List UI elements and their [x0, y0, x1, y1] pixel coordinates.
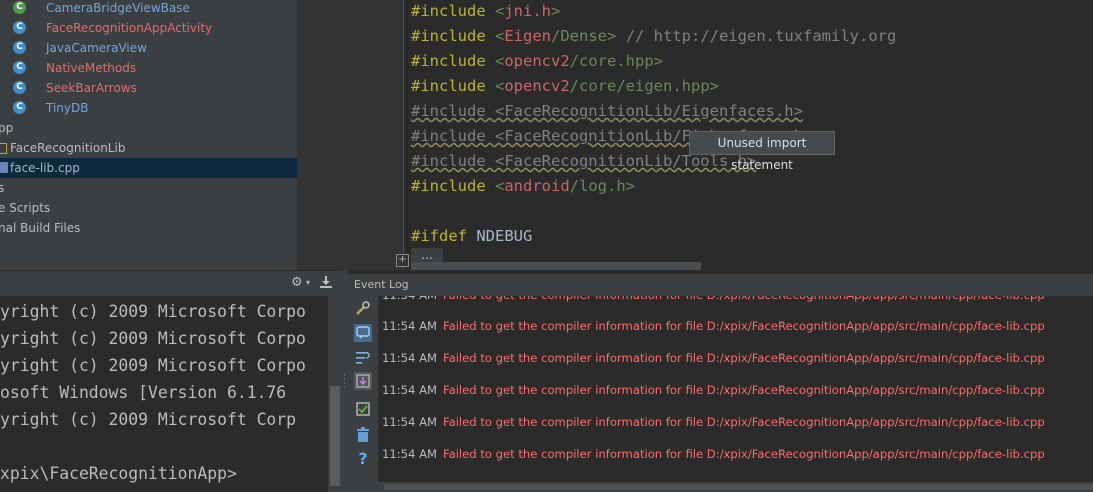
tree-item-label: s — [0, 181, 5, 195]
balloon-icon[interactable] — [354, 324, 372, 342]
gear-icon[interactable]: ⚙ — [291, 275, 303, 290]
terminal-scrollbar-thumb[interactable] — [330, 386, 340, 486]
class-icon: C — [13, 1, 26, 14]
tree-item-tinydb[interactable]: C TinyDB — [0, 98, 297, 118]
tree-item-label: e Scripts — [0, 201, 51, 215]
tree-item-gradle-scripts[interactable]: e Scripts — [0, 198, 297, 218]
code-line-10[interactable]: #ifdef NDEBUG — [411, 225, 532, 250]
tree-item-face-lib-cpp[interactable]: face-lib.cpp — [0, 158, 297, 178]
class-icon: C — [13, 61, 26, 74]
log-time: 11:54 AM — [382, 415, 438, 429]
mark-all-read-icon[interactable] — [354, 400, 372, 418]
event-log-header — [348, 274, 1093, 296]
log-message[interactable]: Failed to get the compiler information f… — [443, 316, 1045, 336]
class-icon: C — [13, 81, 26, 94]
chevron-down-icon[interactable]: ▾ — [306, 278, 310, 287]
terminal-line: yright (c) 2009 Microsoft Corpo — [0, 329, 306, 348]
log-time: 11:54 AM — [382, 296, 437, 305]
log-time: 11:54 AM — [382, 383, 438, 397]
settings-icon[interactable] — [354, 300, 372, 318]
unused-import-tooltip: Unused import statement — [689, 131, 835, 172]
tree-item-label: pp — [0, 121, 14, 135]
code-line-3[interactable]: #include <opencv2/core.hpp> — [411, 50, 663, 75]
event-log-scrollbar-thumb[interactable] — [384, 484, 1093, 490]
editor-gutter — [297, 0, 403, 270]
folder-icon — [0, 143, 7, 154]
log-message[interactable]: Failed to get the compiler information f… — [443, 380, 1045, 400]
terminal-line: osoft Windows [Version 6.1.76 — [0, 383, 287, 402]
editor-horizontal-scrollbar[interactable] — [411, 262, 701, 270]
code-line-2[interactable]: #include <Eigen/Dense> // http://eigen.t… — [411, 25, 896, 50]
log-message[interactable]: Failed to get the compiler information f… — [443, 296, 1045, 305]
soft-wrap-icon[interactable] — [354, 348, 372, 366]
tree-item-app[interactable]: pp — [0, 118, 297, 138]
log-time: 11:54 AM — [382, 351, 438, 365]
tree-item-camerabridgeviewbase[interactable]: C CameraBridgeViewBase — [0, 0, 297, 18]
tree-item-label: face-lib.cpp — [10, 161, 80, 175]
terminal-line: yright (c) 2009 Microsoft Corp — [0, 410, 297, 429]
scroll-to-end-icon[interactable] — [354, 372, 372, 390]
terminal-prompt: xpix\FaceRecognitionApp> — [0, 464, 237, 483]
class-icon: C — [13, 21, 26, 34]
fold-toggle-icon[interactable]: + — [396, 254, 409, 267]
cpp-file-icon — [0, 162, 8, 173]
class-icon: C — [13, 41, 26, 54]
tree-item-label: FaceRecognitionAppActivity — [46, 21, 213, 35]
log-time: 11:54 AM — [382, 319, 438, 333]
tree-item-label: FaceRecognitionLib — [10, 141, 126, 155]
log-time: 11:54 AM — [382, 447, 438, 461]
tree-item-label: JavaCameraView — [46, 41, 147, 55]
tree-item-libs[interactable]: s — [0, 178, 297, 198]
tree-item-external-build-files[interactable]: nal Build Files — [0, 218, 297, 238]
class-icon: C — [13, 101, 26, 114]
tree-item-facerecognitionlib[interactable]: FaceRecognitionLib — [0, 138, 297, 158]
help-icon[interactable]: ? — [354, 450, 372, 468]
hide-panel-icon[interactable] — [320, 276, 332, 288]
tree-item-label: NativeMethods — [46, 61, 137, 75]
tree-item-javacameraview[interactable]: C JavaCameraView — [0, 38, 297, 58]
log-message[interactable]: Failed to get the compiler information f… — [443, 412, 1045, 432]
terminal-output[interactable]: yright (c) 2009 Microsoft Corpo yright (… — [0, 296, 328, 492]
code-line-1[interactable]: #include <jni.h> — [411, 0, 560, 25]
tree-item-label: nal Build Files — [0, 221, 81, 235]
project-tree-panel: C CameraBridgeViewBase C FaceRecognition… — [0, 0, 297, 270]
tree-item-label: TinyDB — [46, 101, 89, 115]
event-log-title: Event Log — [354, 278, 409, 291]
tree-item-facerecognitionappactivity[interactable]: C FaceRecognitionAppActivity — [0, 18, 297, 38]
splitter-grip-icon[interactable]: · · · · — [343, 372, 347, 393]
code-line-5[interactable]: #include <FaceRecognitionLib/Eigenfaces.… — [411, 100, 803, 125]
code-line-8[interactable]: #include <android/log.h> — [411, 175, 635, 200]
event-log-list[interactable]: 11:54 AM Failed to get the compiler info… — [378, 296, 1093, 482]
terminal-line: yright (c) 2009 Microsoft Corpo — [0, 302, 306, 321]
tree-item-label: SeekBarArrows — [46, 81, 137, 95]
trash-icon[interactable] — [354, 426, 372, 444]
tree-item-nativemethods[interactable]: C NativeMethods — [0, 58, 297, 78]
code-line-4[interactable]: #include <opencv2/core/eigen.hpp> — [411, 75, 719, 100]
tree-item-seekbararrows[interactable]: C SeekBarArrows — [0, 78, 297, 98]
log-message[interactable]: Failed to get the compiler information f… — [443, 348, 1045, 368]
terminal-line: yright (c) 2009 Microsoft Corpo — [0, 356, 306, 375]
tree-item-label: CameraBridgeViewBase — [46, 1, 190, 15]
log-message[interactable]: Failed to get the compiler information f… — [443, 444, 1045, 464]
